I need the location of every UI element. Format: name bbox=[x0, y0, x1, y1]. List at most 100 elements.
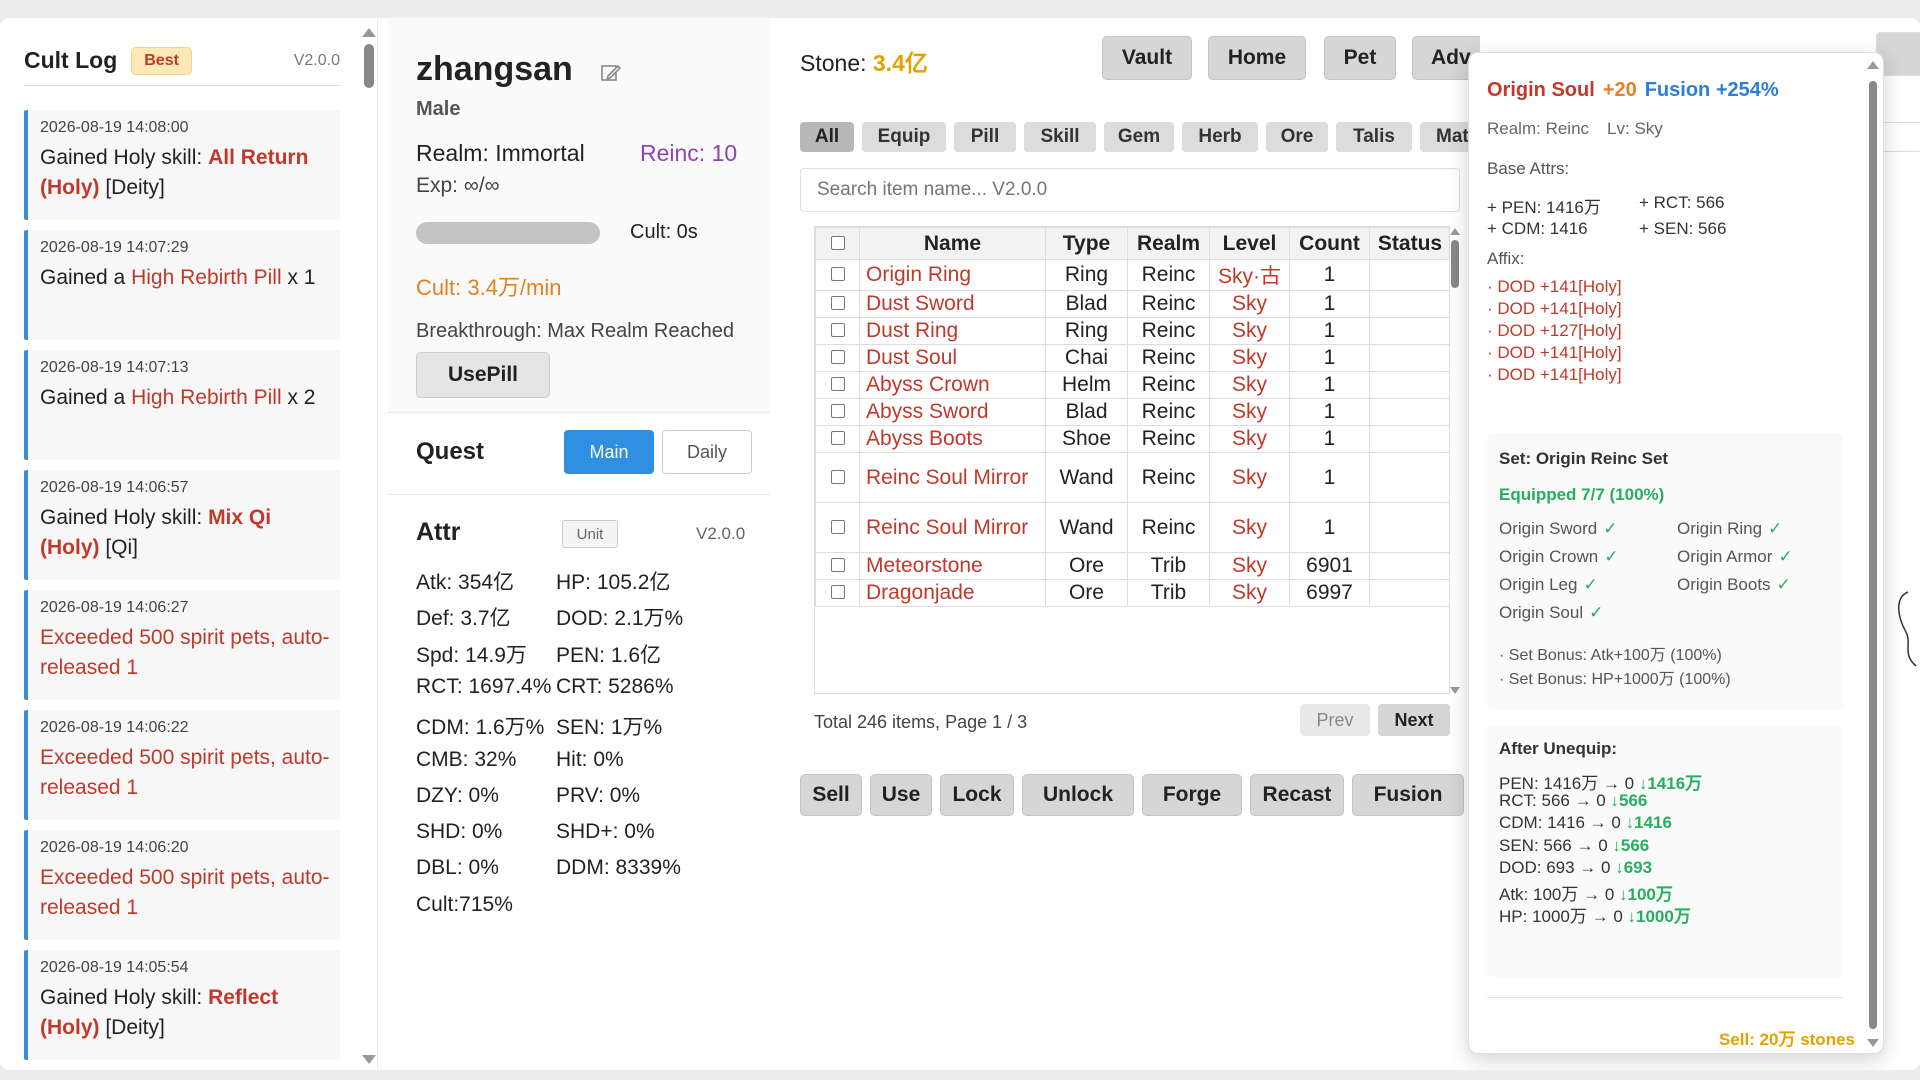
recast-button[interactable]: Recast bbox=[1250, 774, 1344, 816]
edit-name-icon[interactable] bbox=[600, 62, 622, 84]
tooltip-enhance: +20 bbox=[1602, 79, 1637, 101]
row-checkbox[interactable] bbox=[830, 296, 845, 310]
scroll-down-arrow-icon[interactable] bbox=[1867, 1039, 1879, 1047]
table-row[interactable]: Dust Sword Blad Reinc Sky 1 bbox=[815, 290, 1449, 318]
tooltip-scrollbar[interactable] bbox=[1867, 61, 1879, 1047]
log-prefix: Gained Holy skill: bbox=[40, 506, 209, 529]
table-row[interactable]: Reinc Soul Mirror Wand Reinc Sky 1 bbox=[815, 502, 1449, 553]
scroll-thumb[interactable] bbox=[1869, 81, 1877, 1029]
row-checkbox[interactable] bbox=[830, 585, 845, 599]
log-list[interactable]: 2026-08-19 14:08:00 Gained Holy skill: A… bbox=[24, 110, 340, 1070]
table-row[interactable]: Abyss Crown Helm Reinc Sky 1 bbox=[815, 371, 1449, 399]
collapsed-control[interactable] bbox=[1880, 122, 1920, 152]
exp-progress-bar bbox=[416, 222, 600, 244]
unit-toggle-button[interactable]: Unit bbox=[562, 520, 618, 548]
unequip-change: PEN: 1416万 → 0 bbox=[1499, 774, 1639, 793]
vault-button[interactable]: Vault bbox=[1102, 36, 1192, 80]
row-checkbox[interactable] bbox=[830, 431, 845, 445]
scroll-down-arrow-icon[interactable] bbox=[362, 1055, 376, 1064]
decorative-curve-icon bbox=[1898, 591, 1917, 667]
col-realm[interactable]: Realm bbox=[1127, 227, 1210, 260]
item-search-input[interactable] bbox=[800, 168, 1460, 212]
row-checkbox[interactable] bbox=[830, 404, 845, 418]
category-tab-skill[interactable]: Skill bbox=[1024, 122, 1096, 152]
quest-title: Quest bbox=[416, 438, 485, 465]
item-status-cell bbox=[1369, 398, 1449, 426]
scroll-up-arrow-icon[interactable] bbox=[1450, 228, 1460, 235]
col-name[interactable]: Name bbox=[859, 227, 1046, 260]
table-row[interactable]: Abyss Boots Shoe Reinc Sky 1 bbox=[815, 425, 1449, 453]
base-attrs-label: Base Attrs: bbox=[1487, 159, 1570, 178]
category-tab-pill[interactable]: Pill bbox=[954, 122, 1016, 152]
table-row[interactable]: Reinc Soul Mirror Wand Reinc Sky 1 bbox=[815, 452, 1449, 503]
character-gender: Male bbox=[416, 98, 461, 120]
category-tab-talis[interactable]: Talis bbox=[1336, 122, 1412, 152]
select-all-checkbox[interactable] bbox=[830, 235, 845, 250]
use-button[interactable]: Use bbox=[870, 774, 932, 816]
scroll-up-arrow-icon[interactable] bbox=[362, 28, 376, 37]
table-row[interactable]: Dust Soul Chai Reinc Sky 1 bbox=[815, 344, 1449, 372]
attr-value: DOD: 2.1万% bbox=[556, 607, 684, 631]
pager-info: Total 246 items, Page 1 / 3 bbox=[814, 712, 1028, 732]
table-row[interactable]: Dust Ring Ring Reinc Sky 1 bbox=[815, 317, 1449, 345]
col-status[interactable]: Status bbox=[1369, 227, 1449, 260]
unlock-button[interactable]: Unlock bbox=[1022, 774, 1134, 816]
scroll-down-arrow-icon[interactable] bbox=[1450, 687, 1460, 694]
category-tab-equip[interactable]: Equip bbox=[862, 122, 946, 152]
attr-value: DBL: 0% bbox=[416, 856, 499, 880]
row-checkbox[interactable] bbox=[830, 519, 845, 534]
breakthrough-status: Breakthrough: Max Realm Reached bbox=[416, 320, 734, 342]
table-row[interactable]: Dragonjade Ore Trib Sky 6997 bbox=[815, 579, 1449, 607]
row-checkbox[interactable] bbox=[830, 323, 845, 337]
scroll-thumb[interactable] bbox=[364, 44, 374, 88]
base-attr: + PEN: 1416万 bbox=[1487, 198, 1601, 217]
sell-button[interactable]: Sell bbox=[800, 774, 862, 816]
item-level-cell: Sky bbox=[1209, 371, 1290, 399]
quest-tab-daily[interactable]: Daily bbox=[662, 430, 752, 474]
item-level-cell: Sky bbox=[1209, 579, 1290, 607]
row-checkbox[interactable] bbox=[830, 558, 845, 572]
item-level-cell: Sky bbox=[1209, 317, 1290, 345]
row-checkbox[interactable] bbox=[830, 350, 845, 364]
log-text: Gained Holy skill: All Return (Holy) [De… bbox=[40, 143, 330, 203]
log-prefix: Gained a bbox=[40, 266, 132, 289]
row-checkbox[interactable] bbox=[830, 377, 845, 391]
next-page-button[interactable]: Next bbox=[1378, 704, 1450, 736]
item-type-cell: Ore bbox=[1045, 579, 1128, 607]
fusion-button[interactable]: Fusion bbox=[1352, 774, 1464, 816]
col-type[interactable]: Type bbox=[1045, 227, 1128, 260]
item-count-cell: 1 bbox=[1289, 371, 1370, 399]
log-scrollbar[interactable] bbox=[362, 28, 376, 1064]
item-count-cell: 1 bbox=[1289, 452, 1370, 503]
col-level[interactable]: Level bbox=[1209, 227, 1290, 260]
table-scrollbar[interactable] bbox=[1450, 226, 1460, 694]
scroll-up-arrow-icon[interactable] bbox=[1867, 61, 1879, 69]
lock-button[interactable]: Lock bbox=[940, 774, 1014, 816]
table-row[interactable]: Origin Ring Ring Reinc Sky·古 1 bbox=[815, 259, 1449, 291]
use-pill-button[interactable]: UsePill bbox=[416, 352, 550, 398]
table-row[interactable]: Abyss Sword Blad Reinc Sky 1 bbox=[815, 398, 1449, 426]
attr-value: Atk: 354亿 bbox=[416, 571, 515, 594]
home-button[interactable]: Home bbox=[1208, 36, 1306, 80]
pet-button[interactable]: Pet bbox=[1324, 36, 1396, 80]
row-checkbox[interactable] bbox=[830, 469, 845, 484]
scroll-thumb[interactable] bbox=[1451, 240, 1459, 288]
col-count[interactable]: Count bbox=[1289, 227, 1370, 260]
check-icon: ✓ bbox=[1778, 547, 1793, 566]
log-time: 2026-08-19 14:05:54 bbox=[40, 959, 189, 976]
forge-button[interactable]: Forge bbox=[1142, 774, 1242, 816]
best-badge[interactable]: Best bbox=[131, 46, 192, 75]
tooltip-meta: Realm: Reinc Lv: Sky bbox=[1487, 119, 1663, 139]
category-tab-herb[interactable]: Herb bbox=[1182, 122, 1258, 152]
unequip-row: CDM: 1416 → 0 ↓1416 bbox=[1499, 813, 1672, 833]
row-checkbox[interactable] bbox=[830, 267, 845, 281]
category-tab-gem[interactable]: Gem bbox=[1104, 122, 1174, 152]
category-tab-ore[interactable]: Ore bbox=[1266, 122, 1328, 152]
table-row[interactable]: Meteorstone Ore Trib Sky 6901 bbox=[815, 552, 1449, 580]
item-level-cell: Sky bbox=[1209, 425, 1290, 453]
category-tab-all[interactable]: All bbox=[800, 122, 854, 152]
prev-page-button[interactable]: Prev bbox=[1300, 704, 1370, 736]
divider bbox=[1487, 997, 1843, 998]
quest-tab-main[interactable]: Main bbox=[564, 430, 654, 474]
set-bonus: · Set Bonus: HP+1000万 (100%) bbox=[1499, 671, 1731, 688]
